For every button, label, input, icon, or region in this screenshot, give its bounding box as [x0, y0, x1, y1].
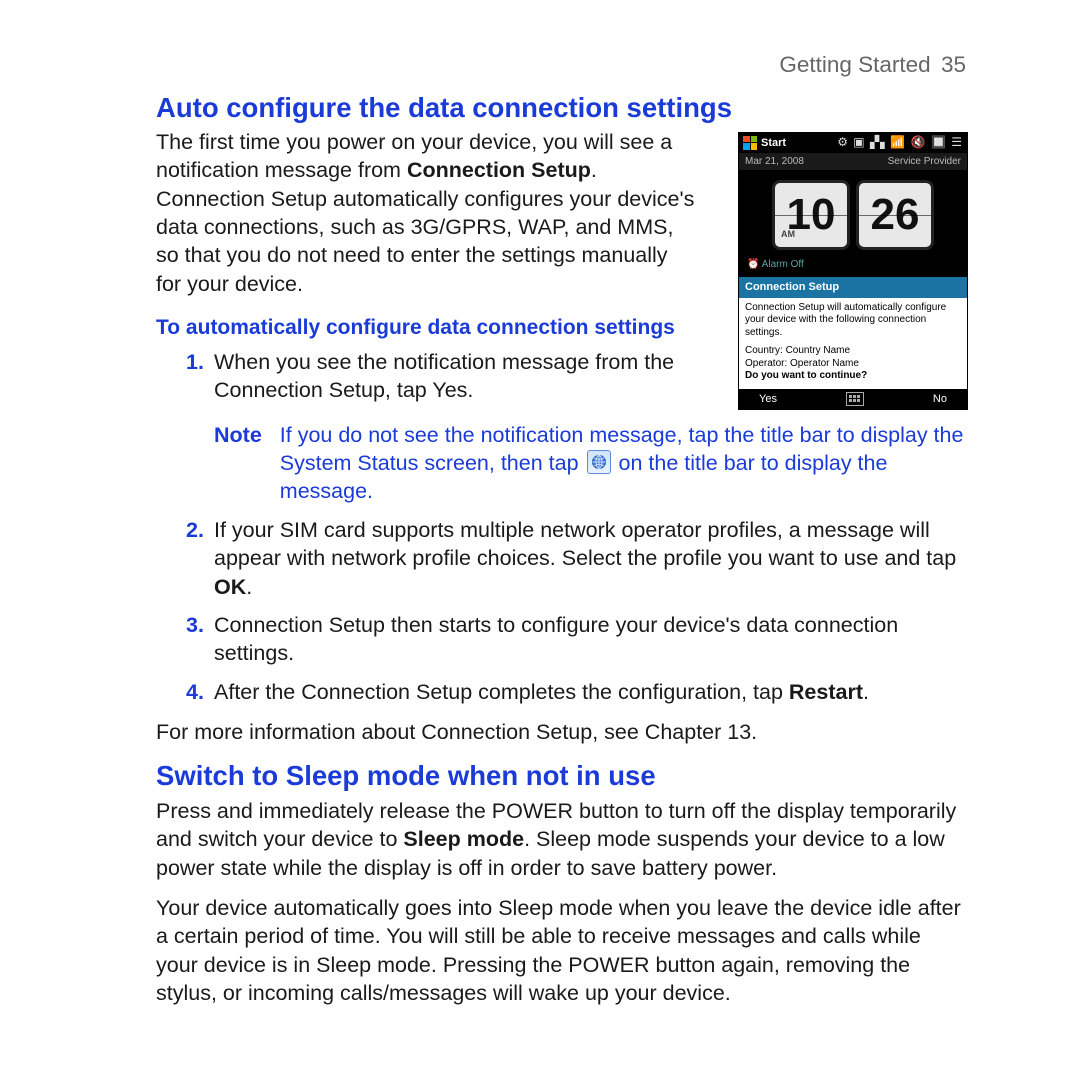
page-header: Getting Started 35 [156, 50, 968, 80]
softkey-no[interactable]: No [933, 392, 947, 407]
keyboard-icon[interactable] [846, 392, 864, 406]
conn-question: Do you want to continue? [745, 370, 961, 383]
step-4: After the Connection Setup completes the… [214, 678, 968, 706]
device-title-bar: Start ⚙ ▣ ▞▖📶 🔇 🔲 ☰ [739, 133, 967, 153]
sleep-p2: Your device automatically goes into Slee… [156, 894, 968, 1008]
clock-minute: 26 [856, 180, 934, 250]
conn-country: Country: Country Name [745, 345, 961, 358]
device-softkeys: Yes No [739, 389, 967, 410]
page-number: 35 [941, 52, 966, 77]
alarm-status: ⏰ Alarm Off [739, 256, 967, 277]
manual-page: Getting Started 35 Auto configure the da… [0, 0, 1080, 1080]
intro-paragraph: The first time you power on your device,… [156, 128, 696, 298]
steps-list-cont: If your SIM card supports multiple netwo… [156, 516, 968, 706]
device-provider: Service Provider [888, 155, 961, 168]
connection-setup-title: Connection Setup [739, 277, 967, 298]
device-screenshot: Start ⚙ ▣ ▞▖📶 🔇 🔲 ☰ Mar 21, 2008 Service… [738, 132, 968, 410]
step-1: When you see the notification message fr… [214, 348, 720, 405]
device-date: Mar 21, 2008 [745, 155, 804, 168]
status-icons: ⚙ ▣ ▞▖📶 🔇 🔲 ☰ [837, 135, 963, 151]
heading-sleep-mode: Switch to Sleep mode when not in use [156, 758, 968, 794]
connection-setup-body: Connection Setup will automatically conf… [739, 298, 967, 389]
clock-hour: 10 AM [772, 180, 850, 250]
section-name: Getting Started [779, 52, 930, 77]
start-label: Start [761, 136, 786, 151]
windows-flag-icon [743, 136, 757, 150]
note-block: Note If you do not see the notification … [156, 421, 968, 506]
steps-list-top: When you see the notification message fr… [156, 348, 720, 405]
note-label: Note [214, 421, 262, 506]
intro-text: The first time you power on your device,… [156, 128, 720, 417]
softkey-yes[interactable]: Yes [759, 392, 777, 407]
conn-msg: Connection Setup will automatically conf… [745, 302, 961, 340]
globe-icon [587, 450, 611, 474]
step-3: Connection Setup then starts to configur… [214, 611, 968, 668]
sleep-p1: Press and immediately release the POWER … [156, 797, 968, 882]
heading-auto-configure: Auto configure the data connection setti… [156, 90, 968, 126]
closing-sentence: For more information about Connection Se… [156, 718, 968, 746]
conn-operator: Operator: Operator Name [745, 358, 961, 371]
subheading-auto-configure: To automatically configure data connecti… [156, 314, 720, 342]
device-subheader: Mar 21, 2008 Service Provider [739, 153, 967, 170]
flip-clock: 10 AM 26 [739, 170, 967, 256]
note-text: If you do not see the notification messa… [280, 421, 968, 506]
step-2: If your SIM card supports multiple netwo… [214, 516, 968, 601]
